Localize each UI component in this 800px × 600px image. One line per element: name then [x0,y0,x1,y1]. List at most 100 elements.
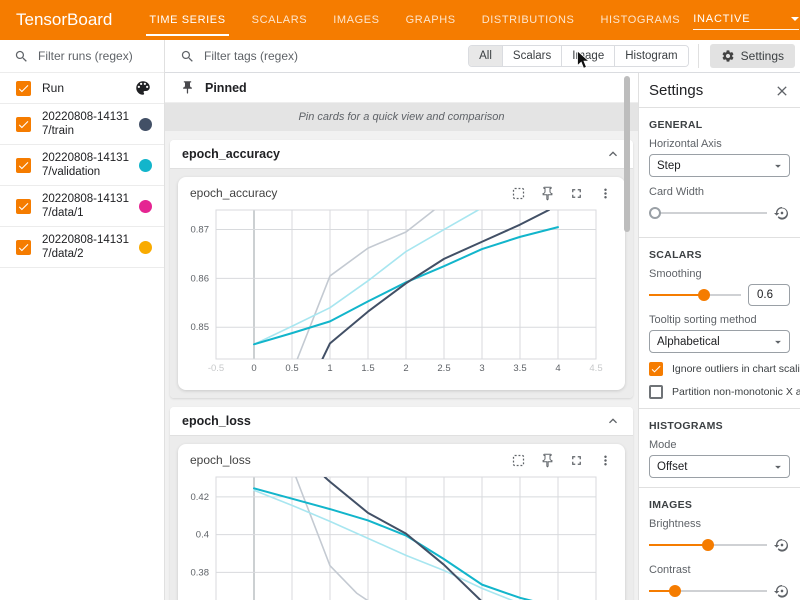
kebab-menu-icon[interactable] [598,453,613,468]
tab-images[interactable]: IMAGES [320,0,392,40]
palette-icon[interactable] [134,79,152,97]
epoch-accuracy-chart[interactable]: 0.850.860.8700.511.522.533.54-0.54.5 [190,205,613,382]
close-icon[interactable] [774,83,790,99]
chevron-up-icon[interactable] [605,146,621,162]
search-icon [180,49,195,64]
run-row-train[interactable]: 20220808-141317/train [0,104,164,145]
card-title: epoch_loss [190,453,511,467]
run-name: 20220808-141317/validation [42,151,133,179]
reset-icon[interactable] [774,583,790,599]
contrast-label: Contrast [649,564,790,576]
contrast-slider-row [649,580,790,600]
run-color-dot[interactable] [139,241,152,254]
histogram-mode-select[interactable]: Offset [649,455,790,478]
run-color-dot[interactable] [139,200,152,213]
scalar-card-epoch-loss: epoch_loss 0.360.380.40.42 [178,444,625,600]
section-epoch-accuracy: epoch_accuracy epoch_accuracy 0.850.86 [170,140,633,398]
divider [639,408,800,409]
reload-status-select[interactable]: INACTIVE [693,10,799,30]
tooltip-sorting-select[interactable]: Alphabetical [649,330,790,353]
fit-to-data-icon[interactable] [511,186,526,201]
run-color-dot[interactable] [139,159,152,172]
contrast-slider[interactable] [649,585,767,597]
filter-tags-input[interactable] [204,49,468,63]
chevron-up-icon[interactable] [605,413,621,429]
run-checkbox[interactable] [16,240,31,255]
run-checkbox[interactable] [16,117,31,132]
filter-all-button[interactable]: All [469,46,503,66]
card-width-slider[interactable] [649,207,767,219]
tab-graphs[interactable]: GRAPHS [393,0,469,40]
svg-text:2: 2 [403,363,408,374]
svg-text:0.5: 0.5 [285,363,298,374]
scrollbar-thumb[interactable] [624,76,630,232]
run-row-validation[interactable]: 20220808-141317/validation [0,145,164,186]
select-all-runs-checkbox[interactable] [16,81,31,96]
pin-icon[interactable] [540,186,555,201]
fullscreen-icon[interactable] [569,453,584,468]
run-checkbox[interactable] [16,199,31,214]
tab-distributions[interactable]: DISTRIBUTIONS [469,0,588,40]
section-epoch-loss: epoch_loss epoch_loss 0.360.380.40.42 [170,407,633,600]
general-heading: GENERAL [649,119,790,131]
section-body: epoch_accuracy 0.850.860.8700.511.522.53… [170,168,633,398]
tab-time-series[interactable]: TIME SERIES [136,0,238,40]
smoothing-slider-row: 0.6 [649,284,790,306]
filter-scalars-button[interactable]: Scalars [503,46,562,66]
pinned-empty-hint: Pin cards for a quick view and compariso… [165,103,638,131]
reset-icon[interactable] [774,537,790,553]
svg-text:0.42: 0.42 [191,492,210,503]
section-title: epoch_accuracy [182,147,280,161]
slider-thumb[interactable] [669,585,681,597]
tab-histograms[interactable]: HISTOGRAMS [587,0,693,40]
filter-runs-row [0,40,164,73]
run-name: 20220808-141317/train [42,110,133,138]
slider-thumb[interactable] [698,289,710,301]
slider-thumb[interactable] [702,539,714,551]
partition-x-axis-checkbox[interactable] [649,385,663,399]
filter-histogram-button[interactable]: Histogram [615,46,687,66]
slider-thumb[interactable] [649,207,661,219]
svg-text:0.85: 0.85 [191,322,210,333]
filter-runs-input[interactable] [38,49,156,63]
smoothing-value-input[interactable]: 0.6 [748,284,790,306]
run-row-data-2[interactable]: 20220808-141317/data/2 [0,227,164,268]
run-checkbox[interactable] [16,158,31,173]
ignore-outliers-row: Ignore outliers in chart scaling [649,362,790,376]
histogram-mode-label: Mode [649,439,790,451]
run-name: 20220808-141317/data/2 [42,233,133,261]
svg-text:3.5: 3.5 [513,363,526,374]
settings-button[interactable]: Settings [710,44,795,68]
filter-image-button[interactable]: Image [562,46,615,66]
fullscreen-icon[interactable] [569,186,584,201]
section-header-epoch-accuracy[interactable]: epoch_accuracy [170,140,633,168]
tab-scalars[interactable]: SCALARS [239,0,321,40]
kebab-menu-icon[interactable] [598,186,613,201]
section-header-epoch-loss[interactable]: epoch_loss [170,407,633,435]
pin-icon[interactable] [540,453,555,468]
svg-text:3: 3 [479,363,484,374]
divider [639,237,800,238]
reset-icon[interactable] [774,205,790,221]
run-header-row: Run [0,73,164,104]
svg-text:1: 1 [327,363,332,374]
run-row-data-1[interactable]: 20220808-141317/data/1 [0,186,164,227]
cards-area: Pinned Pin cards for a quick view and co… [165,73,638,600]
epoch-loss-chart[interactable]: 0.360.380.40.42 [190,472,613,600]
chevron-down-icon [791,17,799,21]
horizontal-axis-select[interactable]: Step [649,154,790,177]
smoothing-slider[interactable] [649,289,741,301]
settings-panel: Settings GENERAL Horizontal Axis Step Ca… [638,73,800,600]
brightness-slider[interactable] [649,539,767,551]
card-width-label: Card Width [649,186,790,198]
search-icon [14,49,29,64]
ignore-outliers-checkbox[interactable] [649,362,663,376]
histograms-heading: HISTOGRAMS [649,420,790,432]
tooltip-sorting-label: Tooltip sorting method [649,314,790,326]
run-color-dot[interactable] [139,118,152,131]
app-header: TensorBoard TIME SERIES SCALARS IMAGES G… [0,0,800,40]
svg-text:0: 0 [251,363,256,374]
card-width-slider-row [649,202,790,224]
fit-to-data-icon[interactable] [511,453,526,468]
section-title: epoch_loss [182,414,251,428]
